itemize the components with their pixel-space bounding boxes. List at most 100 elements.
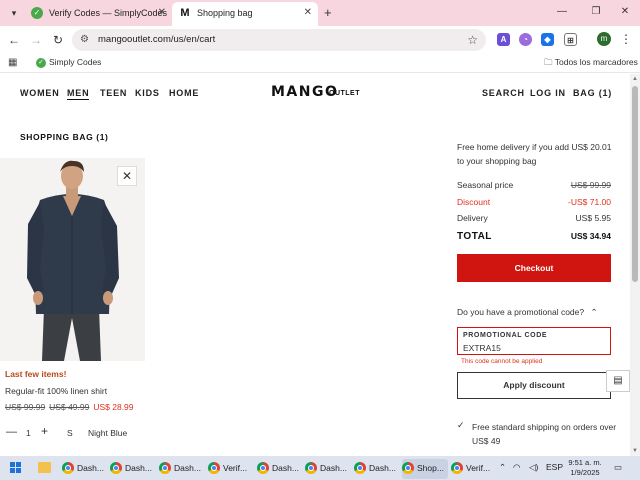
apply-discount-button[interactable]: Apply discount xyxy=(457,372,611,399)
taskbar-window-label: Dash... xyxy=(272,463,299,473)
chevron-up-icon: ⌃ xyxy=(590,307,598,317)
url-text[interactable]: mangooutlet.com/us/en/cart xyxy=(98,33,215,47)
chrome-icon xyxy=(110,462,122,474)
nav-search[interactable]: SEARCH xyxy=(482,88,525,98)
taskbar: Dash... Dash... Dash... Verif... Dash...… xyxy=(0,456,640,480)
checkout-button[interactable]: Checkout xyxy=(457,254,611,282)
color-value[interactable]: Night Blue xyxy=(88,428,127,438)
m-icon: M xyxy=(180,7,190,19)
taskbar-chrome-window[interactable]: Dash... xyxy=(110,459,154,479)
promo-question: Do you have a promotional code? xyxy=(457,307,585,317)
nav-women[interactable]: WOMEN xyxy=(20,88,60,98)
forward-icon[interactable]: → xyxy=(28,32,44,48)
taskbar-window-label: Shop... xyxy=(417,463,444,473)
minimize-icon[interactable]: — xyxy=(554,4,570,20)
site-info-icon[interactable]: ⚙ xyxy=(80,33,89,47)
tab-shopping-bag[interactable]: M Shopping bag ✕ xyxy=(172,2,318,26)
taskbar-chrome-window[interactable]: Verif... xyxy=(208,459,252,479)
chrome-icon xyxy=(62,462,74,474)
discount-value: -US$ 71.00 xyxy=(568,197,611,207)
tab-strip: ▾ ✓ Verify Codes — SimplyCodes ✕ M Shopp… xyxy=(0,0,640,26)
free-delivery-message: Free home delivery if you add US$ 20.01 … xyxy=(457,142,612,166)
page-title: SHOPPING BAG (1) xyxy=(20,132,109,142)
bookmark-star-icon[interactable]: ☆ xyxy=(467,32,478,48)
promo-code-label: PROMOTIONAL CODE xyxy=(463,332,548,339)
system-clock[interactable]: 9:51 a. m. 1/9/2025 xyxy=(567,458,603,478)
new-tab-button[interactable]: + xyxy=(324,5,332,21)
shield-extension-icon[interactable]: ◆ xyxy=(541,33,554,46)
product-name[interactable]: Regular-fit 100% linen shirt xyxy=(5,386,107,396)
promo-code-value[interactable]: EXTRA15 xyxy=(463,343,501,353)
check-icon: ✓ xyxy=(457,420,465,430)
decrease-quantity-button[interactable]: — xyxy=(6,426,17,438)
extensions-puzzle-icon[interactable]: ⊞ xyxy=(564,33,577,46)
taskbar-chrome-window[interactable]: Dash... xyxy=(354,459,398,479)
bookmark-label: Simply Codes xyxy=(49,57,102,67)
close-tab-icon[interactable]: ✕ xyxy=(304,2,312,24)
scrollbar-thumb[interactable] xyxy=(632,86,638,282)
browser-menu-icon[interactable]: ⋮ xyxy=(620,32,632,46)
translate-extension-icon[interactable]: A xyxy=(497,33,510,46)
nav-men[interactable]: MEN xyxy=(67,88,90,100)
taskbar-chrome-window[interactable]: Verif... xyxy=(451,459,495,479)
address-bar[interactable]: ⚙ mangooutlet.com/us/en/cart ☆ xyxy=(72,29,486,51)
restore-icon[interactable]: ❐ xyxy=(588,4,604,20)
tray-chevron-up-icon[interactable]: ⌃ xyxy=(499,461,506,473)
page-scrollbar[interactable]: ▲ ▼ xyxy=(630,74,640,456)
taskbar-window-label: Verif... xyxy=(466,463,491,473)
increase-quantity-button[interactable]: + xyxy=(41,425,48,437)
chrome-icon xyxy=(159,462,171,474)
bookmark-simply-codes[interactable]: ✓ Simply Codes xyxy=(36,56,101,69)
windows-start-icon[interactable] xyxy=(10,462,22,474)
wifi-icon[interactable]: ◠ xyxy=(513,461,520,473)
apps-grid-icon[interactable]: ▦ xyxy=(8,57,17,69)
all-bookmarks[interactable]: 🗀 Todos los marcadores xyxy=(544,56,638,69)
close-window-icon[interactable]: ✕ xyxy=(617,4,633,20)
scroll-down-icon[interactable]: ▼ xyxy=(632,448,638,454)
browser-toolbar: ← → ↻ ⚙ mangooutlet.com/us/en/cart ☆ A ◔… xyxy=(0,26,640,53)
back-icon[interactable]: ← xyxy=(6,32,22,48)
profile-avatar[interactable]: m xyxy=(597,32,611,46)
taskbar-window-label: Dash... xyxy=(369,463,396,473)
taskbar-chrome-window[interactable]: Dash... xyxy=(62,459,106,479)
nav-bag[interactable]: BAG (1) xyxy=(573,88,612,98)
chat-icon[interactable]: ▤ xyxy=(606,370,630,392)
total-value: US$ 34.94 xyxy=(570,231,611,241)
notifications-icon[interactable]: ▭ xyxy=(614,461,622,473)
tab-search-icon[interactable]: ▾ xyxy=(6,5,22,21)
original-price: US$ 99.99 xyxy=(5,402,46,412)
extension-icon[interactable]: ◔ xyxy=(519,33,532,46)
sale-price: US$ 28.99 xyxy=(93,402,134,412)
nav-kids[interactable]: KIDS xyxy=(135,88,160,98)
folder-icon: 🗀 xyxy=(544,57,553,67)
taskbar-chrome-window[interactable]: Dash... xyxy=(305,459,349,479)
language-indicator[interactable]: ESP xyxy=(546,461,563,473)
scroll-up-icon[interactable]: ▲ xyxy=(632,76,638,82)
logo-subtitle: OUTLET xyxy=(329,90,360,97)
nav-teen[interactable]: TEEN xyxy=(100,88,127,98)
nav-home[interactable]: HOME xyxy=(169,88,199,98)
size-value[interactable]: S xyxy=(67,428,73,438)
product-image[interactable] xyxy=(0,158,145,361)
free-shipping-message: Free standard shipping on orders over US… xyxy=(472,422,617,446)
remove-item-button[interactable]: ✕ xyxy=(117,166,137,186)
reload-icon[interactable]: ↻ xyxy=(50,32,66,48)
promo-toggle[interactable]: Do you have a promotional code? ⌃ xyxy=(457,307,598,318)
promo-code-field[interactable]: PROMOTIONAL CODE EXTRA15 xyxy=(457,327,611,355)
nav-login[interactable]: LOG IN xyxy=(530,88,566,98)
quantity-value: 1 xyxy=(26,428,31,438)
bookmarks-bar: ▦ ✓ Simply Codes 🗀 Todos los marcadores xyxy=(0,53,640,73)
all-bookmarks-label: Todos los marcadores xyxy=(554,57,638,67)
close-tab-icon[interactable]: ✕ xyxy=(158,2,166,24)
file-explorer-icon[interactable] xyxy=(38,462,51,473)
taskbar-chrome-window-active[interactable]: Shop... xyxy=(402,459,448,479)
tab-verify-codes[interactable]: ✓ Verify Codes — SimplyCodes ✕ xyxy=(24,2,172,26)
discount-label: Discount xyxy=(457,197,491,207)
seasonal-price-label: Seasonal price xyxy=(457,180,514,190)
taskbar-chrome-window[interactable]: Dash... xyxy=(257,459,301,479)
clock-date: 1/9/2025 xyxy=(570,468,600,477)
taskbar-chrome-window[interactable]: Dash... xyxy=(159,459,203,479)
clock-time: 9:51 a. m. xyxy=(568,458,602,467)
volume-icon[interactable]: ◁) xyxy=(529,461,538,473)
page-content: WOMEN MEN TEEN KIDS HOME MANGO OUTLET SE… xyxy=(0,74,630,456)
